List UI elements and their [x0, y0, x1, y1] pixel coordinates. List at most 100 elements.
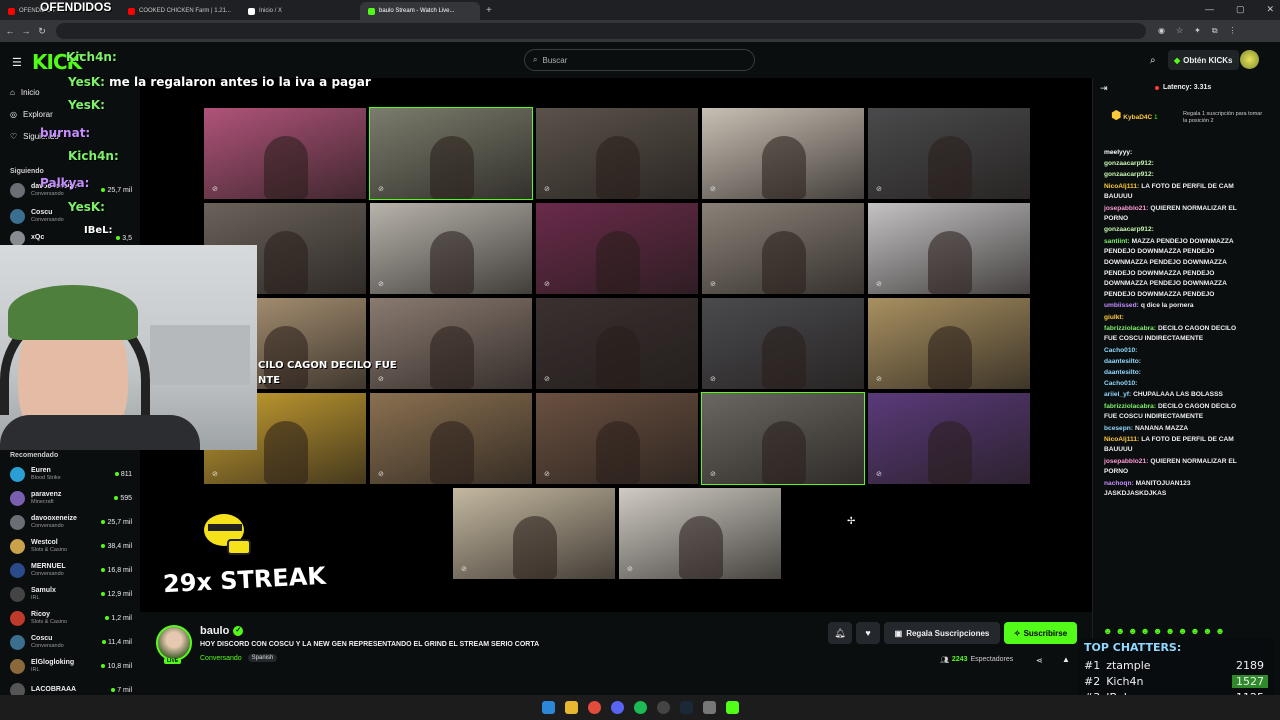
- participant: [430, 231, 474, 294]
- chat-message: NicoAlj111: LA FOTO DE PERFIL DE CAM BAUU…: [1104, 182, 1244, 203]
- channel-avatar[interactable]: [156, 625, 192, 661]
- new-tab-button[interactable]: +: [480, 5, 498, 16]
- leaderboard-user[interactable]: KybaD4C: [1123, 114, 1152, 121]
- mic-muted-icon: ⊘: [876, 471, 882, 478]
- browser-tab-bar: OFENDIDOS COOKED CHICKEN Farm | 1.21... …: [0, 0, 1280, 20]
- chat-username[interactable]: josepabblo21:: [1104, 458, 1148, 465]
- browser-tab-active[interactable]: baulo Stream - Watch Live...: [360, 2, 480, 20]
- recommended-channel[interactable]: Coscu Conversando 11,4 mil: [10, 632, 132, 652]
- participant: [762, 421, 806, 484]
- chat-username[interactable]: josepabblo21:: [1104, 205, 1148, 212]
- browser-tab[interactable]: Inicio / X: [240, 2, 360, 20]
- chat-username[interactable]: fabrizziolacabra:: [1104, 325, 1156, 332]
- heart-icon: ♥: [865, 628, 871, 638]
- steam-icon[interactable]: [679, 701, 693, 714]
- rank: #2: [1084, 675, 1101, 688]
- participant: [264, 136, 308, 199]
- discord-icon[interactable]: [610, 701, 624, 714]
- channel-name[interactable]: baulo: [200, 625, 229, 637]
- chat-username[interactable]: bcesepn:: [1104, 425, 1133, 432]
- avatar: [10, 586, 25, 602]
- file-explorer-icon[interactable]: [564, 701, 578, 714]
- recommended-channel[interactable]: ElGlogloking IRL 10,8 mil: [10, 656, 132, 676]
- recommended-channel[interactable]: Samulx IRL 12,9 mil: [10, 584, 132, 604]
- latency-indicator: Latency: 3.31s: [1155, 84, 1211, 91]
- puzzle-icon[interactable]: ⧉: [1212, 26, 1218, 36]
- eye-icon[interactable]: ◉: [1158, 26, 1165, 36]
- chat-username[interactable]: meelyyy:: [1104, 149, 1132, 156]
- address-bar[interactable]: [56, 23, 1146, 39]
- overlay-chat-line: burnat:: [40, 126, 90, 140]
- windows-start-icon[interactable]: [541, 701, 555, 714]
- notification-bell-button[interactable]: 🔔︎: [828, 622, 852, 644]
- participant: [430, 136, 474, 199]
- star-icon[interactable]: ☆: [1176, 26, 1183, 36]
- follow-button[interactable]: ♥: [856, 622, 880, 644]
- browser-tab[interactable]: COOKED CHICKEN Farm | 1.21...: [120, 2, 240, 20]
- get-kicks-button[interactable]: ◆ Obtén KICKs: [1168, 50, 1239, 70]
- channel-category: Conversando: [31, 216, 64, 223]
- chat-username[interactable]: gonzaacarp912:: [1104, 160, 1154, 167]
- recommended-channel[interactable]: davooxeneize Conversando 25,7 mil: [10, 512, 132, 532]
- extension-icon[interactable]: ✦: [1194, 26, 1201, 36]
- chat-username[interactable]: Cacho010:: [1104, 380, 1137, 387]
- recommended-channel[interactable]: Ricoy Slots & Casino 1,2 mil: [10, 608, 132, 628]
- chat-username[interactable]: gonzaacarp912:: [1104, 226, 1154, 233]
- subscribe-button[interactable]: ✧ Suscribirse: [1004, 622, 1077, 644]
- mic-muted-icon: ⊘: [378, 186, 384, 193]
- chat-text: MAZZA PENDEJO DOWNMAZZA PENDEJO DOWNMAZZ…: [1104, 237, 1234, 299]
- minimize-button[interactable]: —: [1205, 4, 1214, 15]
- close-window-button[interactable]: ✕: [1266, 4, 1274, 15]
- chrome-icon[interactable]: [587, 701, 601, 714]
- sidebar-item-explorar[interactable]: ◎ Explorar: [10, 110, 53, 119]
- chat-username[interactable]: umbiissed:: [1104, 302, 1139, 309]
- chat-username[interactable]: giulkt:: [1104, 314, 1124, 321]
- notifications-icon[interactable]: ⌕: [1150, 55, 1156, 66]
- language-tag[interactable]: Spanish: [247, 654, 278, 662]
- chat-username[interactable]: santiint:: [1104, 238, 1130, 245]
- avatar: [10, 230, 25, 246]
- chat-username[interactable]: daantesilto:: [1104, 358, 1141, 365]
- recommended-channel[interactable]: Euren Blood Strike 811: [10, 464, 132, 484]
- chat-message: daantesilto:: [1104, 357, 1244, 368]
- viewer-count: 25,7 mil: [101, 187, 132, 194]
- collapse-chat-icon[interactable]: ⇥: [1100, 83, 1108, 94]
- chat-username[interactable]: nachoqn:: [1104, 480, 1134, 487]
- channel-category: Conversando: [31, 642, 64, 649]
- search-input[interactable]: ⌕ Buscar: [524, 49, 755, 71]
- report-icon[interactable]: ▲: [1062, 655, 1070, 664]
- reload-icon[interactable]: ↻: [36, 26, 48, 37]
- forward-icon[interactable]: →: [20, 26, 32, 36]
- share-icon[interactable]: ⋖: [1036, 656, 1043, 665]
- chat-username[interactable]: NicoAlj111:: [1104, 436, 1139, 443]
- bell-icon: 🔔︎: [834, 627, 846, 638]
- chat-username[interactable]: gonzaacarp912:: [1104, 171, 1154, 178]
- category-link[interactable]: Conversando: [200, 655, 242, 662]
- obs-icon[interactable]: [656, 701, 670, 714]
- menu-icon[interactable]: ⋮: [1229, 26, 1237, 36]
- recommended-channel[interactable]: paravenz Minecraft 595: [10, 488, 132, 508]
- participant-video-tile: ⊘: [701, 392, 865, 485]
- back-icon[interactable]: ←: [4, 26, 16, 36]
- sidebar-item-inicio[interactable]: ⌂ Inicio: [10, 88, 40, 97]
- chat-username[interactable]: Cacho010:: [1104, 347, 1137, 354]
- chat-username[interactable]: fabrizziolacabra:: [1104, 403, 1156, 410]
- user-avatar[interactable]: [1240, 50, 1259, 69]
- recommended-channel[interactable]: MERNUEL Conversando 16,8 mil: [10, 560, 132, 580]
- recommended-channel[interactable]: Westcol Slots & Casino 38,4 mil: [10, 536, 132, 556]
- chat-username[interactable]: NicoAlj111:: [1104, 183, 1139, 190]
- maximize-button[interactable]: ▢: [1236, 4, 1245, 15]
- video-player[interactable]: ⊘⊘⊘⊘⊘⊘⊘⊘⊘⊘⊘⊘⊘⊘⊘⊘⊘⊘⊘⊘⊘⊘: [140, 78, 1092, 612]
- emote-bar[interactable]: ☻☻☻☻☻☻☻☻☻☻: [1103, 626, 1228, 636]
- participant-video-tile: ⊘: [702, 298, 864, 389]
- app-icon[interactable]: [702, 701, 716, 714]
- chat-username[interactable]: daantesilto:: [1104, 369, 1141, 376]
- spotify-icon[interactable]: [633, 701, 647, 714]
- chat-username[interactable]: ariiel_yf:: [1104, 391, 1131, 398]
- hamburger-menu-icon[interactable]: ☰: [12, 56, 22, 69]
- mic-muted-icon: ⊘: [212, 471, 218, 478]
- kick-app-icon[interactable]: [725, 701, 739, 714]
- viewer-count: 1,2 mil: [105, 615, 132, 622]
- channel-category: Conversando: [31, 522, 64, 529]
- gift-subs-button[interactable]: ▣ Regala Suscripciones: [884, 622, 1000, 644]
